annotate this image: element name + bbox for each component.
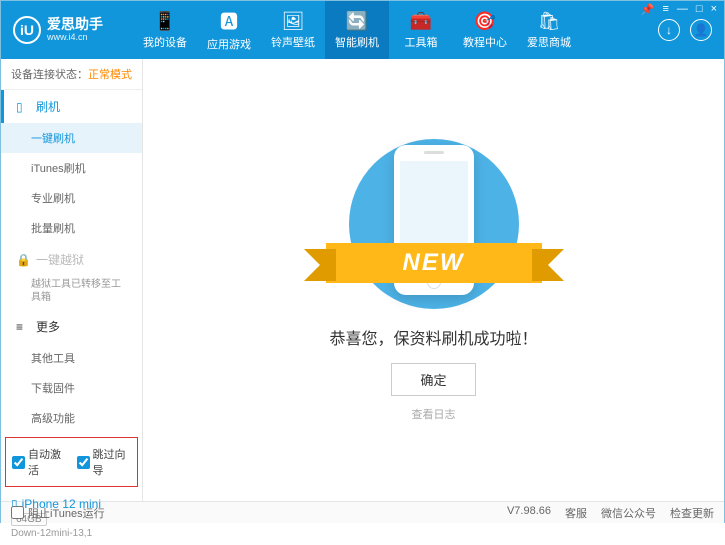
nav-label: 教程中心	[463, 34, 507, 50]
close-icon[interactable]: ×	[711, 3, 717, 16]
nav-label: 智能刷机	[335, 34, 379, 50]
nav-label: 爱思商城	[527, 34, 571, 50]
nav-label: 铃声壁纸	[271, 34, 315, 50]
nav-tabs: 📱 我的设备 🅰 应用游戏 🖼 铃声壁纸 🔄 智能刷机 🧰 工具箱 🎯 教程中心 🛍 爱思商城	[133, 1, 581, 59]
shop-icon: 🛍	[538, 11, 561, 32]
sidebar-item-pro[interactable]: 专业刷机	[1, 183, 142, 213]
sidebar-section-more[interactable]: ≡ 更多	[1, 310, 142, 343]
app-header: iU 爱思助手 www.i4.cn 📱 我的设备 🅰 应用游戏 🖼 铃声壁纸 🔄 智能刷…	[1, 1, 724, 59]
minimize-icon[interactable]: —	[677, 3, 688, 16]
update-link[interactable]: 检查更新	[670, 505, 714, 521]
success-illustration: NEW	[334, 139, 534, 309]
nav-ringtone[interactable]: 🖼 铃声壁纸	[261, 1, 325, 59]
status-prefix: 设备连接状态：	[11, 69, 88, 81]
phone-icon: ▯	[16, 100, 30, 114]
nav-shop[interactable]: 🛍 爱思商城	[517, 1, 581, 59]
main-content: NEW 恭喜您，保资料刷机成功啦！ 确定 查看日志	[143, 59, 724, 501]
checkbox-label: 自动激活	[28, 446, 67, 478]
menu-icon[interactable]: ≡	[662, 3, 668, 16]
sidebar-item-advanced[interactable]: 高级功能	[1, 403, 142, 433]
section-title: 更多	[36, 318, 60, 335]
tutorial-icon: 🎯	[474, 11, 496, 32]
section-title: 一键越狱	[36, 251, 84, 268]
checkbox-label: 跳过向导	[93, 446, 132, 478]
checkbox-block-itunes[interactable]: 阻止iTunes运行	[11, 505, 105, 521]
pin-icon[interactable]: 📌	[641, 3, 655, 16]
window-controls: 📌 ≡ — □ ×	[641, 3, 717, 16]
sidebar-item-oneclick[interactable]: 一键刷机	[1, 123, 142, 153]
app-title: 爱思助手	[47, 17, 103, 32]
ok-button[interactable]: 确定	[391, 363, 475, 396]
nav-label: 我的设备	[143, 34, 187, 50]
flash-icon: 🔄	[346, 11, 368, 32]
user-icon[interactable]: 👤	[690, 19, 712, 41]
sidebar-item-other[interactable]: 其他工具	[1, 343, 142, 373]
wallpaper-icon: 🖼	[282, 11, 305, 32]
checkbox-input[interactable]	[77, 456, 90, 469]
success-message: 恭喜您，保资料刷机成功啦！	[329, 325, 537, 349]
checkbox-input[interactable]	[11, 506, 24, 519]
toolbox-icon: 🧰	[410, 11, 432, 32]
jailbreak-note: 越狱工具已转移至工具箱	[1, 276, 142, 310]
nav-label: 应用游戏	[207, 36, 251, 52]
logo-icon: iU	[13, 16, 41, 44]
nav-tutorial[interactable]: 🎯 教程中心	[453, 1, 517, 59]
apps-icon: 🅰	[220, 8, 238, 34]
section-title: 刷机	[36, 98, 60, 115]
device-model: Down-12mini-13,1	[11, 528, 132, 539]
app-subtitle: www.i4.cn	[47, 33, 103, 43]
sidebar: 设备连接状态：正常模式 ▯ 刷机 一键刷机 iTunes刷机 专业刷机 批量刷机…	[1, 59, 143, 501]
nav-flash[interactable]: 🔄 智能刷机	[325, 1, 389, 59]
status-mode: 正常模式	[88, 69, 132, 81]
checkbox-input[interactable]	[12, 456, 25, 469]
checkbox-auto-activate[interactable]: 自动激活	[12, 446, 67, 478]
sidebar-item-batch[interactable]: 批量刷机	[1, 213, 142, 243]
nav-my-device[interactable]: 📱 我的设备	[133, 1, 197, 59]
nav-toolbox[interactable]: 🧰 工具箱	[389, 1, 453, 59]
logo: iU 爱思助手 www.i4.cn	[13, 16, 133, 44]
maximize-icon[interactable]: □	[696, 3, 703, 16]
sidebar-item-itunes[interactable]: iTunes刷机	[1, 153, 142, 183]
sidebar-section-flash[interactable]: ▯ 刷机	[1, 90, 142, 123]
device-icon: 📱	[154, 11, 176, 32]
options-highlight-box: 自动激活 跳过向导	[5, 437, 138, 487]
service-link[interactable]: 客服	[565, 505, 587, 521]
nav-label: 工具箱	[405, 34, 438, 50]
header-actions: ↓ 👤	[658, 19, 712, 41]
connection-status: 设备连接状态：正常模式	[1, 59, 142, 90]
menu-icon: ≡	[16, 320, 30, 334]
view-log-link[interactable]: 查看日志	[412, 406, 456, 422]
download-icon[interactable]: ↓	[658, 19, 680, 41]
new-ribbon: NEW	[326, 243, 542, 283]
checkbox-label: 阻止iTunes运行	[28, 505, 105, 521]
sidebar-item-firmware[interactable]: 下载固件	[1, 373, 142, 403]
wechat-link[interactable]: 微信公众号	[601, 505, 656, 521]
nav-apps[interactable]: 🅰 应用游戏	[197, 1, 261, 59]
version-label: V7.98.66	[507, 505, 551, 521]
lock-icon: 🔒	[16, 253, 30, 267]
checkbox-skip-guide[interactable]: 跳过向导	[77, 446, 132, 478]
sidebar-section-jailbreak: 🔒 一键越狱	[1, 243, 142, 276]
